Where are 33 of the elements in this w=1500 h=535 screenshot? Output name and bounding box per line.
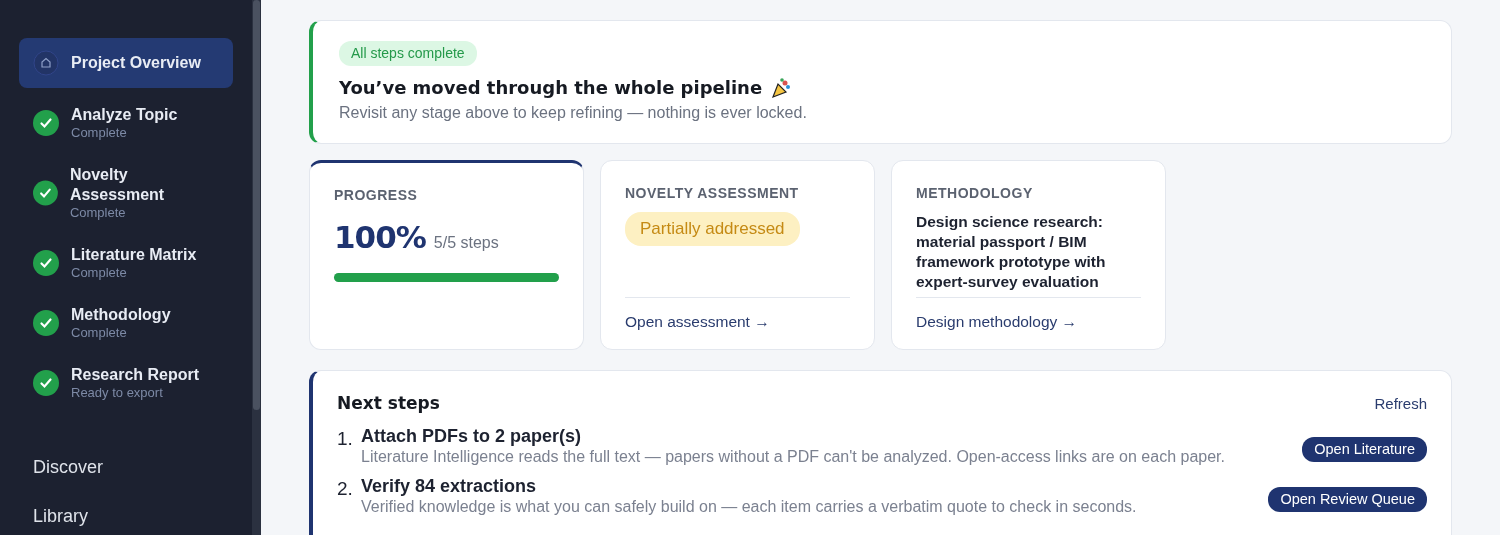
nav-link[interactable]: Library [19,503,233,530]
progress-value: 100% [334,218,426,257]
nav-step[interactable]: Analyze Topic Complete [19,97,233,148]
status-badge: All steps complete [339,41,477,66]
step-title: Verify 84 extractions [361,474,538,497]
step-title: Attach PDFs to 2 paper(s) [361,424,583,447]
scrollbar-thumb[interactable] [253,0,260,410]
step-number: 2. [337,476,354,501]
banner-title: You’ve moved through the whole pipeline [339,76,763,100]
step-number: 1. [337,426,354,451]
home-icon [33,50,59,76]
step-count: 5/5 steps [433,233,499,253]
step-description: Literature Intelligence reads the full text — papers without a PDF can't be analyzed. Open-access links are on each paper. [361,446,1226,467]
action-button[interactable]: Open Review Queue [1268,486,1427,513]
nav-link[interactable]: Discover [19,454,233,481]
nav-step[interactable]: Literature Matrix Complete [19,237,233,288]
card-heading: METHODOLOGY [916,184,1034,203]
step-description: Verified knowledge is what you can safely build on — each item carries a verbatim quote to check in seconds. [361,496,1138,517]
nav-step[interactable]: Project Overview [19,38,233,88]
card-heading: NOVELTY ASSESSMENT [625,184,800,203]
section-title: Next steps [337,392,440,415]
nav-step[interactable]: Methodology Complete [19,297,233,348]
nav-step[interactable]: Novelty Assessment Complete [19,157,233,228]
methodology-text: Design science research: material passport / BIM framework prototype with expert-survey evaluation [916,212,1107,292]
card-link[interactable]: Open assessment → [625,296,850,333]
refresh-link[interactable]: Refresh [1374,392,1427,415]
nav-step[interactable]: Research Report Ready to export [19,357,233,408]
banner-subtitle: Revisit any stage above to keep refining — nothing is ever locked. [339,103,808,123]
card-heading: PROGRESS [334,186,419,205]
confetti-cone-icon [770,76,793,99]
card-link[interactable]: Design methodology → [916,296,1141,333]
status-badge: Partially addressed [625,212,800,246]
action-button[interactable]: Open Literature [1302,436,1427,463]
